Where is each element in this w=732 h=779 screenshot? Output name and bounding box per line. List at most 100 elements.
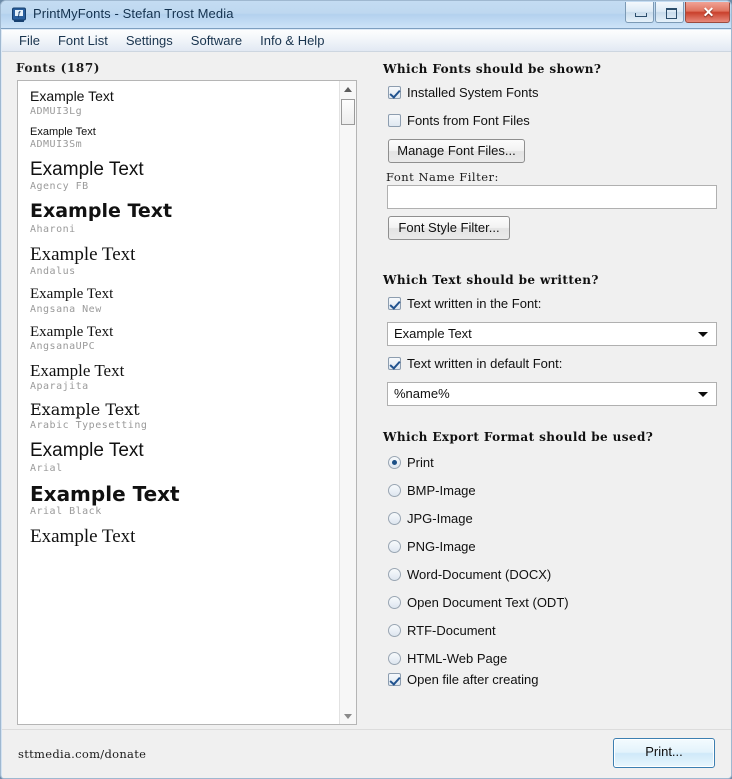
options-panel: Which Fonts should be shown? Installed S… [383, 52, 723, 729]
menu-bar: File Font List Settings Software Info & … [2, 30, 732, 52]
font-list-scrollbar[interactable] [339, 81, 356, 724]
chevron-down-icon[interactable] [698, 332, 708, 337]
menu-item-font-list[interactable]: Font List [49, 31, 117, 50]
font-sample-text: Example Text [30, 483, 339, 505]
radio-label-5: Open Document Text (ODT) [407, 595, 569, 610]
status-bar: sttmedia.com/donate Print... [2, 729, 732, 778]
font-name-label: Agency FB [30, 181, 339, 192]
radio-icon-4[interactable] [388, 568, 401, 581]
checkbox-fonts-from-font-files[interactable]: Fonts from Font Files [388, 113, 530, 128]
minimize-button[interactable] [625, 2, 654, 23]
font-name-label: Aharoni [30, 224, 339, 235]
font-sample-text: Example Text [30, 201, 339, 222]
font-list-item[interactable]: Example TextADMUI3Lg [30, 89, 339, 117]
checkbox-icon-text-in-font[interactable] [388, 297, 401, 310]
radio-icon-5[interactable] [388, 596, 401, 609]
radio-export-format-print[interactable]: Print [388, 448, 723, 476]
radio-icon-1[interactable] [388, 484, 401, 497]
scrollbar-thumb[interactable] [341, 99, 355, 125]
radio-export-format-rtf-document[interactable]: RTF-Document [388, 616, 723, 644]
title-bar: f PrintMyFonts - Stefan Trost Media ✕ [1, 1, 732, 29]
app-icon: f [10, 6, 28, 24]
checkbox-label-open-file-after-creating: Open file after creating [407, 672, 539, 687]
print-button[interactable]: Print... [613, 738, 715, 768]
window-title: PrintMyFonts - Stefan Trost Media [33, 6, 234, 21]
radio-icon-2[interactable] [388, 512, 401, 525]
checkbox-installed-system-fonts[interactable]: Installed System Fonts [388, 85, 539, 100]
font-list-item[interactable]: Example TextArabic Typesetting [30, 401, 339, 431]
chevron-down-icon[interactable] [698, 392, 708, 397]
checkbox-open-file-after-creating[interactable]: Open file after creating [388, 672, 539, 687]
radio-label-7: HTML-Web Page [407, 651, 507, 666]
font-list-item[interactable]: Example TextAngsana New [30, 286, 339, 315]
font-sample-text: Example Text [30, 159, 339, 180]
text-in-font-value: Example Text [394, 326, 472, 341]
checkbox-label-installed-system-fonts: Installed System Fonts [407, 85, 539, 100]
checkbox-icon-fonts-from-font-files[interactable] [388, 114, 401, 127]
checkbox-label-text-in-default-font: Text written in default Font: [407, 356, 562, 371]
font-list-item[interactable]: Example TextArial Black [30, 483, 339, 517]
checkbox-text-in-default-font[interactable]: Text written in default Font: [388, 356, 562, 371]
radio-export-format-word-document-docx[interactable]: Word-Document (DOCX) [388, 560, 723, 588]
radio-export-format-png-image[interactable]: PNG-Image [388, 532, 723, 560]
font-name-label: Arial [30, 463, 339, 474]
radio-label-1: BMP-Image [407, 483, 476, 498]
section-heading-fonts-shown: Which Fonts should be shown? [383, 62, 601, 76]
export-format-radio-group: Print BMP-Image JPG-ImagePNG-ImageWord-Doc… [388, 448, 723, 672]
font-name-filter-label: Font Name Filter: [386, 170, 499, 184]
menu-item-software[interactable]: Software [182, 31, 251, 50]
radio-icon-3[interactable] [388, 540, 401, 553]
scroll-up-icon[interactable] [340, 81, 356, 97]
close-button[interactable]: ✕ [685, 2, 730, 23]
checkbox-icon-text-in-default-font[interactable] [388, 357, 401, 370]
donate-link[interactable]: sttmedia.com/donate [18, 747, 146, 761]
client-area: Fonts (187) Example TextADMUI3LgExample … [2, 52, 732, 729]
font-name-label: AngsanaUPC [30, 341, 339, 352]
radio-icon-7[interactable] [388, 652, 401, 665]
font-sample-text: Example Text [30, 526, 339, 547]
maximize-button[interactable] [655, 2, 684, 23]
radio-export-format-jpg-image[interactable]: JPG-Image [388, 504, 723, 532]
window-controls: ✕ [624, 2, 730, 23]
font-list-item[interactable]: Example TextAparajita [30, 361, 339, 392]
radio-icon-0[interactable] [388, 456, 401, 469]
text-in-font-combobox[interactable]: Example Text [387, 322, 717, 346]
radio-export-format-html-web-page[interactable]: HTML-Web Page [388, 644, 723, 672]
text-in-default-font-value: %name% [394, 386, 450, 401]
font-name-label: Aparajita [30, 381, 339, 392]
font-style-filter-button[interactable]: Font Style Filter... [388, 216, 510, 240]
menu-item-settings[interactable]: Settings [117, 31, 182, 50]
checkbox-icon-open-file-after-creating[interactable] [388, 673, 401, 686]
maximize-icon [666, 8, 677, 19]
font-list-item[interactable]: Example TextAndalus [30, 244, 339, 277]
checkbox-label-fonts-from-font-files: Fonts from Font Files [407, 113, 530, 128]
menu-item-info-help[interactable]: Info & Help [251, 31, 333, 50]
manage-font-files-button[interactable]: Manage Font Files... [388, 139, 525, 163]
font-list-item[interactable]: Example Text Aharoni [30, 201, 339, 234]
font-sample-text: Example Text [30, 440, 339, 461]
text-in-default-font-combobox[interactable]: %name% [387, 382, 717, 406]
font-list-items: Example TextADMUI3LgExample TextADMUI3Sm… [18, 81, 339, 724]
checkbox-text-in-font[interactable]: Text written in the Font: [388, 296, 541, 311]
radio-export-format-bmp-image[interactable]: BMP-Image [388, 476, 723, 504]
checkbox-icon-installed-system-fonts[interactable] [388, 86, 401, 99]
radio-icon-6[interactable] [388, 624, 401, 637]
section-heading-export-format: Which Export Format should be used? [383, 430, 653, 444]
font-sample-text: Example Text [30, 89, 339, 105]
font-list-box[interactable]: Example TextADMUI3LgExample TextADMUI3Sm… [17, 80, 357, 725]
font-name-label: ADMUI3Lg [30, 106, 339, 117]
close-icon: ✕ [686, 2, 731, 21]
font-name-label: Arabic Typesetting [30, 420, 339, 431]
font-sample-text: Example Text [30, 244, 339, 265]
radio-export-format-open-document-text-odt[interactable]: Open Document Text (ODT) [388, 588, 723, 616]
font-name-filter-input[interactable] [387, 185, 717, 209]
menu-item-file[interactable]: File [10, 31, 49, 50]
font-list-item[interactable]: Example TextAngsanaUPC [30, 324, 339, 353]
font-name-label: Angsana New [30, 304, 339, 315]
font-list-item[interactable]: Example Text Arial [30, 440, 339, 473]
font-list-item[interactable]: Example TextAgency FB [30, 159, 339, 192]
font-list-item[interactable]: Example Text [30, 526, 339, 547]
checkbox-label-text-in-font: Text written in the Font: [407, 296, 541, 311]
font-list-item[interactable]: Example TextADMUI3Sm [30, 126, 339, 150]
scroll-down-icon[interactable] [340, 708, 356, 724]
